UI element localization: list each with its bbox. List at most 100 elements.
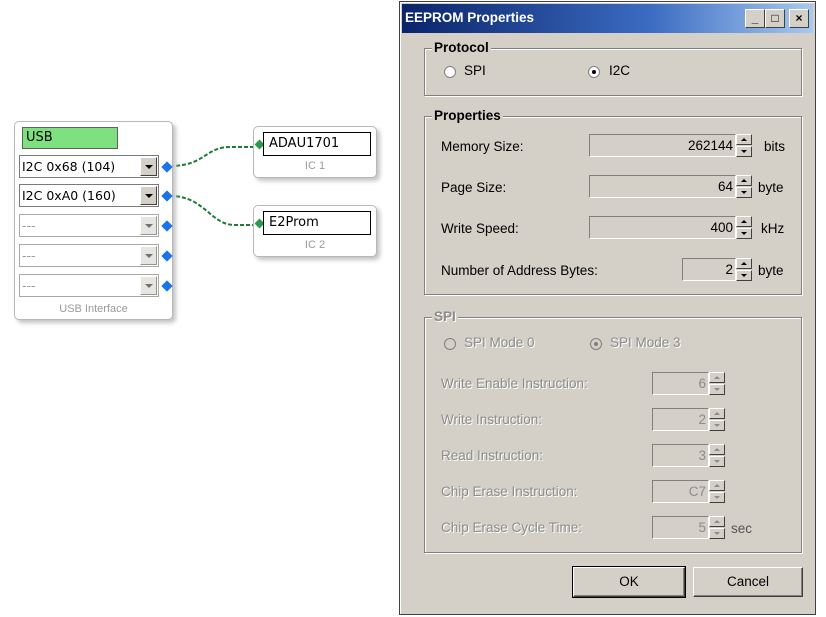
- chevron-down-icon: [140, 276, 157, 295]
- usb-channel-label: ---: [22, 278, 36, 293]
- write-speed-spinner[interactable]: [736, 216, 752, 239]
- write-instruction-spinner: [709, 408, 725, 431]
- write-speed-label: Write Speed:: [441, 221, 519, 236]
- output-pin-icon[interactable]: [161, 280, 173, 292]
- properties-group: Properties Memory Size: 262144 bits Page…: [424, 108, 802, 295]
- ok-button[interactable]: OK: [572, 566, 686, 598]
- spin-up-icon[interactable]: [736, 216, 752, 227]
- usb-channel-select-5: ---: [19, 274, 159, 297]
- spin-down-icon: [709, 492, 725, 503]
- write-enable-label: Write Enable Instruction:: [441, 376, 588, 391]
- usb-interface-block[interactable]: USB I2C 0x68 (104) I2C 0xA0 (160) --- --…: [14, 121, 173, 320]
- spin-down-icon[interactable]: [736, 146, 752, 157]
- read-instruction-spinner: [709, 444, 725, 467]
- usb-channel-select-2[interactable]: I2C 0xA0 (160): [19, 184, 159, 207]
- maximize-button[interactable]: □: [765, 9, 785, 28]
- wire-ic1: [169, 146, 258, 167]
- output-pin-icon[interactable]: [161, 190, 173, 202]
- properties-group-label: Properties: [432, 108, 503, 123]
- usb-title: USB: [22, 127, 118, 149]
- memory-size-unit: bits: [764, 139, 786, 154]
- spin-up-icon[interactable]: [736, 134, 752, 145]
- output-pin-icon[interactable]: [161, 250, 173, 262]
- usb-channel-label: I2C 0xA0 (160): [22, 188, 116, 203]
- minimize-button[interactable]: _: [745, 9, 765, 28]
- address-bytes-spinner[interactable]: [736, 258, 752, 281]
- cancel-button[interactable]: Cancel: [693, 567, 803, 597]
- usb-channel-select-4: ---: [19, 244, 159, 267]
- chevron-down-icon: [140, 216, 157, 235]
- address-bytes-label: Number of Address Bytes:: [441, 263, 598, 278]
- i2c-radio[interactable]: [588, 66, 600, 78]
- output-pin-icon[interactable]: [161, 161, 173, 173]
- spin-down-icon: [709, 528, 725, 539]
- protocol-group-label: Protocol: [432, 40, 491, 55]
- dialog-title: EEPROM Properties: [405, 10, 535, 25]
- chip-erase-input: C7: [652, 480, 709, 503]
- ic2-caption: IC 2: [304, 239, 326, 251]
- chevron-down-icon: [140, 246, 157, 265]
- memory-size-input[interactable]: 262144: [589, 134, 736, 157]
- address-bytes-input[interactable]: 2: [682, 258, 736, 281]
- spi-radio[interactable]: [444, 66, 456, 78]
- read-instruction-label: Read Instruction:: [441, 448, 544, 463]
- address-bytes-unit: byte: [758, 263, 784, 278]
- maximize-icon: □: [771, 11, 779, 25]
- page-size-label: Page Size:: [441, 180, 507, 195]
- close-button[interactable]: ×: [789, 9, 809, 28]
- page-size-input[interactable]: 64: [589, 175, 736, 198]
- write-enable-input: 6: [652, 372, 709, 395]
- close-icon: ×: [795, 11, 803, 25]
- usb-channel-select-1[interactable]: I2C 0x68 (104): [19, 155, 159, 178]
- spin-down-icon[interactable]: [736, 270, 752, 281]
- spin-up-icon[interactable]: [736, 258, 752, 269]
- chip-erase-cycle-spinner: [709, 516, 725, 539]
- spi-group-label: SPI: [432, 309, 458, 324]
- write-speed-input[interactable]: 400: [589, 216, 736, 239]
- usb-channel-select-3: ---: [19, 214, 159, 237]
- dialog-titlebar[interactable]: EEPROM Properties _ □ ×: [402, 4, 813, 33]
- spin-up-icon: [709, 408, 725, 419]
- usb-block-caption: USB Interface: [59, 303, 128, 315]
- ic1-name: ADAU1701: [263, 132, 371, 156]
- spi-mode0-label: SPI Mode 0: [464, 335, 535, 350]
- spin-down-icon: [709, 456, 725, 467]
- spi-group: SPI SPI Mode 0 SPI Mode 3 Write Enable I…: [424, 309, 802, 553]
- chip-erase-cycle-unit: sec: [731, 521, 753, 536]
- write-enable-spinner: [709, 372, 725, 395]
- ic1-block[interactable]: ADAU1701 IC 1: [253, 126, 377, 178]
- spi-mode0-radio: [444, 338, 456, 350]
- spin-down-icon: [709, 420, 725, 431]
- chip-erase-label: Chip Erase Instruction:: [441, 484, 578, 499]
- chevron-down-icon[interactable]: [140, 157, 157, 176]
- read-instruction-input: 3: [652, 444, 709, 467]
- spi-radio-label[interactable]: SPI: [464, 63, 486, 78]
- spi-mode3-radio: [590, 338, 602, 350]
- memory-size-label: Memory Size:: [441, 139, 524, 154]
- spin-up-icon: [709, 444, 725, 455]
- memory-size-spinner[interactable]: [736, 134, 752, 157]
- ic1-caption: IC 1: [304, 160, 326, 172]
- protocol-group: Protocol SPI I2C: [424, 40, 802, 96]
- spin-up-icon[interactable]: [736, 175, 752, 186]
- usb-channel-label: ---: [22, 218, 36, 233]
- chip-erase-cycle-label: Chip Erase Cycle Time:: [441, 520, 583, 535]
- page-size-unit: byte: [758, 180, 784, 195]
- spin-up-icon: [709, 516, 725, 527]
- spi-mode3-label: SPI Mode 3: [610, 335, 681, 350]
- chevron-down-icon[interactable]: [140, 186, 157, 205]
- usb-channel-label: I2C 0x68 (104): [22, 159, 116, 174]
- wire-ic2: [169, 195, 258, 226]
- usb-channel-label: ---: [22, 248, 36, 263]
- i2c-radio-label[interactable]: I2C: [609, 63, 630, 78]
- page-size-spinner[interactable]: [736, 175, 752, 198]
- output-pin-icon[interactable]: [161, 220, 173, 232]
- spin-down-icon[interactable]: [736, 228, 752, 239]
- minimize-icon: _: [751, 11, 759, 25]
- spin-down-icon[interactable]: [736, 187, 752, 198]
- spin-up-icon: [709, 480, 725, 491]
- ic2-block[interactable]: E2Prom IC 2: [253, 205, 377, 257]
- write-speed-unit: kHz: [761, 221, 785, 236]
- write-instruction-label: Write Instruction:: [441, 412, 543, 427]
- chip-erase-spinner: [709, 480, 725, 503]
